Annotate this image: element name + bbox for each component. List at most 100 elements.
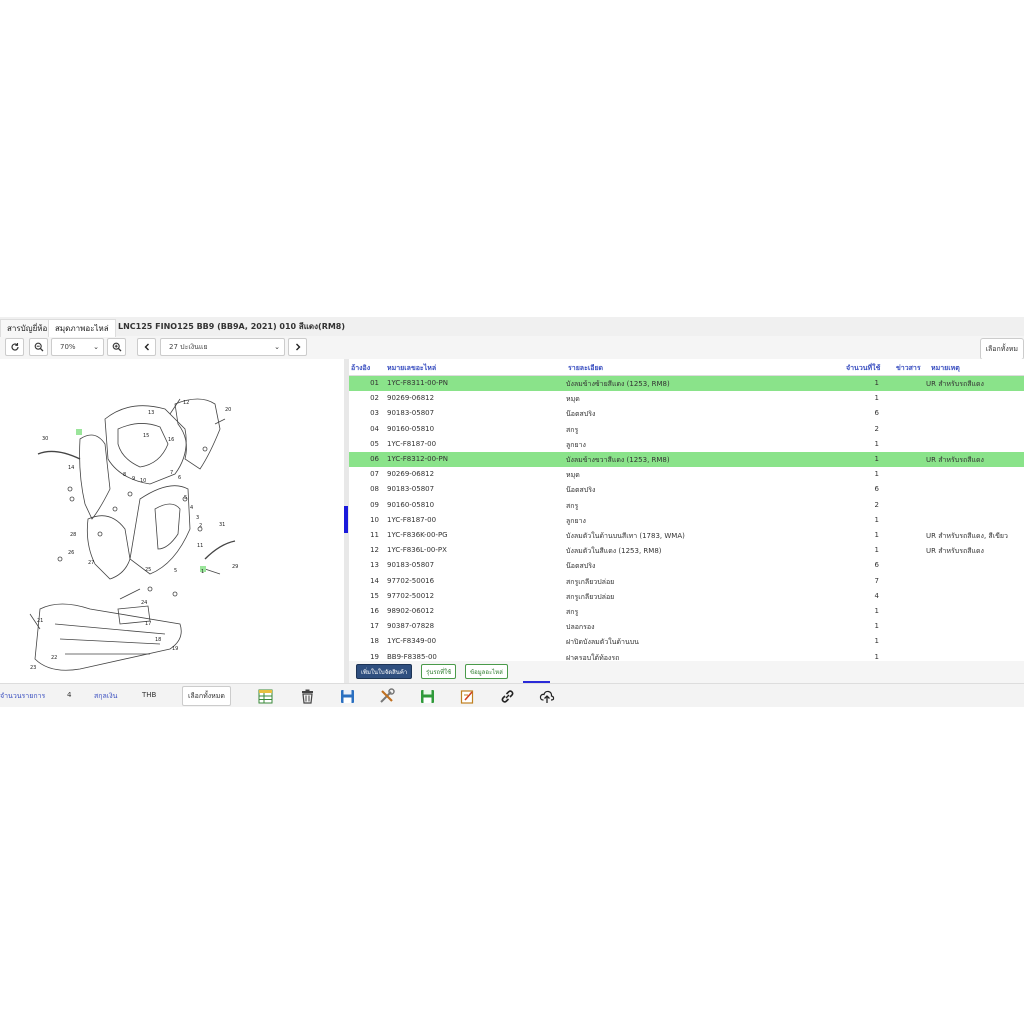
table-row[interactable]: 05 1YC-F8187-00 ลูกยาง 1 <box>349 437 1024 452</box>
tools-icon <box>380 688 395 703</box>
ref-cell: 06 <box>370 455 379 463</box>
table-row[interactable]: 13 90183-05807 น๊อตสปริง 6 <box>349 558 1024 573</box>
table-row[interactable]: 17 90387-07828 ปลอกรอง 1 <box>349 619 1024 634</box>
chevron-down-icon: ⌄ <box>93 343 99 351</box>
description-cell: น๊อตสปริง <box>566 410 596 419</box>
zoom-out-button[interactable] <box>29 338 48 356</box>
select-all-top-button[interactable]: เลือกทั้งหม <box>979 338 1024 360</box>
part-number-cell: 1YC-F8187-00 <box>387 515 437 524</box>
chevron-left-icon <box>144 343 149 351</box>
description-cell: บังลมตัวในด้านบนสีเทา (1783, WMA) <box>566 532 685 540</box>
tab-brand-index[interactable]: สารบัญยี่ห้อ <box>0 319 55 337</box>
svg-text:17: 17 <box>145 621 151 627</box>
chevron-down-icon: ⌄ <box>274 343 280 351</box>
ref-cell: 13 <box>370 561 379 570</box>
col-description[interactable]: รายละเอียด <box>568 363 603 374</box>
col-part-number[interactable]: หมายเลขอะไหล่ <box>387 363 436 374</box>
save-button[interactable] <box>338 687 356 705</box>
svg-text:25: 25 <box>145 567 151 573</box>
tools-button[interactable] <box>378 687 396 705</box>
upload-button[interactable] <box>538 687 556 705</box>
link-button[interactable] <box>498 687 516 705</box>
part-number-cell: BB9-F8385-00 <box>387 652 437 661</box>
table-row[interactable]: 16 98902-06012 สกรู 1 <box>349 604 1024 619</box>
tab-parts-catalog[interactable]: สมุดภาพอะไหล่ <box>48 319 116 337</box>
table-row[interactable]: 02 90269-06812 หมุด 1 <box>349 391 1024 406</box>
table-row[interactable]: 06 1YC-F8312-00-PN บังลมข้างขวาสีแดง (1253… <box>349 452 1024 467</box>
part-number-cell: 1YC-F8349-00 <box>387 637 437 646</box>
svg-text:1: 1 <box>201 569 204 575</box>
table-row[interactable]: 14 97702-50016 สกรูเกลียวปล่อย 7 <box>349 574 1024 589</box>
item-count-label: จำนวนรายการ <box>0 692 46 700</box>
edit-note-button[interactable] <box>458 687 476 705</box>
trash-icon <box>301 689 313 704</box>
table-row[interactable]: 07 90269-06812 หมุด 1 <box>349 467 1024 482</box>
quantity-cell: 1 <box>874 622 879 631</box>
parts-diagram[interactable]: 12 13 20 15 16 30 8 9 10 14 7 6 543 2 1 11 28 27 26 … <box>0 359 345 683</box>
table-row[interactable]: 12 1YC-F836L-00-PX บังลมตัวในสีแดง (1253, … <box>349 543 1024 558</box>
svg-text:11: 11 <box>197 543 203 549</box>
table-row[interactable]: 09 90160-05810 สกรู 2 <box>349 498 1024 513</box>
zoom-select[interactable]: 70% ⌄ <box>51 338 104 356</box>
description-cell: สกรู <box>566 425 579 434</box>
add-to-picklist-button[interactable]: เพิ่มในใบจัดสินค้า <box>356 664 413 679</box>
currency-value: THB <box>142 691 157 699</box>
edit-note-icon <box>460 689 473 704</box>
save-green-button[interactable] <box>418 687 436 705</box>
item-count-value: 4 <box>67 691 72 699</box>
table-actions: เพิ่มในใบจัดสินค้า รุ่นรถที่ใช้ ข้อมูลอะ… <box>349 661 1024 683</box>
table-row[interactable]: 04 90160-05810 สกรู 2 <box>349 422 1024 437</box>
document-title: LNC125 FINO125 BB9 (BB9A, 2021) 010 สีแด… <box>118 322 346 331</box>
part-info-button[interactable]: ข้อมูลอะไหล่ <box>465 664 508 679</box>
refresh-icon <box>10 343 19 351</box>
table-row[interactable]: 08 90183-05807 น๊อตสปริง 6 <box>349 482 1024 497</box>
col-news[interactable]: ข่าวสาร <box>896 363 921 374</box>
quantity-cell: 7 <box>874 576 879 585</box>
zoom-in-button[interactable] <box>107 338 126 356</box>
table-row[interactable]: 11 1YC-F836K-00-PG บังลมตัวในด้านบนสีเทา (… <box>349 528 1024 543</box>
refresh-button[interactable] <box>5 338 24 356</box>
spreadsheet-button[interactable] <box>256 687 274 705</box>
svg-text:12: 12 <box>183 400 189 406</box>
col-ref[interactable]: อ้างอิง <box>351 363 370 374</box>
ref-cell: 16 <box>370 607 379 615</box>
select-all-button[interactable]: เลือกทั้งหมด <box>182 686 231 706</box>
description-cell: บังลมข้างขวาสีแดง (1253, RM8) <box>566 456 670 464</box>
status-bar: จำนวนรายการ 4 สกุลเงิน THB เลือกทั้งหมด <box>0 683 1024 707</box>
part-number-cell: 90160-05810 <box>387 424 435 433</box>
page-select[interactable]: 27 ปะเงินแย ⌄ <box>160 338 285 356</box>
col-note[interactable]: หมายเหตุ <box>931 363 960 374</box>
previous-page-button[interactable] <box>137 338 156 356</box>
table-row[interactable]: 18 1YC-F8349-00 ฝาปิดบังลมตัวในด้านบน 1 <box>349 634 1024 649</box>
table-row[interactable]: 19 BB9-F8385-00 ฝาครอบใต้ท้องรถ 1 <box>349 650 1024 661</box>
col-quantity[interactable]: จำนวนที่ใช้ <box>846 363 880 374</box>
ref-cell: 01 <box>370 379 379 387</box>
applicable-models-button[interactable]: รุ่นรถที่ใช้ <box>421 664 457 679</box>
delete-button[interactable] <box>298 687 316 705</box>
note-cell: UR สำหรับรถสีแดง <box>926 547 984 556</box>
floppy-disk-green-icon <box>420 689 434 703</box>
part-number-cell: 90269-06812 <box>387 470 435 479</box>
quantity-cell: 6 <box>874 561 879 570</box>
next-page-button[interactable] <box>288 338 307 356</box>
ref-cell: 14 <box>370 576 379 585</box>
svg-text:4: 4 <box>190 505 193 511</box>
table-row[interactable]: 03 90183-05807 น๊อตสปริง 6 <box>349 406 1024 421</box>
panel-resize-handle[interactable] <box>344 506 348 533</box>
ref-cell: 09 <box>370 500 379 509</box>
svg-text:23: 23 <box>30 665 36 671</box>
table-row[interactable]: 15 97702-50012 สกรูเกลียวปล่อย 4 <box>349 589 1024 604</box>
svg-text:19: 19 <box>172 646 178 652</box>
table-row[interactable]: 01 1YC-F8311-00-PN บังลมข้างซ้ายสีแดง (125… <box>349 376 1024 391</box>
tab-bar: สารบัญยี่ห้อ สมุดภาพอะไหล่ LNC125 FINO12… <box>0 317 1024 337</box>
quantity-cell: 1 <box>874 637 879 646</box>
description-cell: ลูกยาง <box>566 516 586 525</box>
ref-cell: 10 <box>370 515 379 524</box>
quantity-cell: 1 <box>874 439 879 448</box>
table-row[interactable]: 10 1YC-F8187-00 ลูกยาง 1 <box>349 513 1024 528</box>
description-cell: ฝาปิดบังลมตัวในด้านบน <box>566 638 639 647</box>
svg-text:18: 18 <box>155 637 161 643</box>
svg-text:16: 16 <box>168 437 174 443</box>
zoom-value: 70% <box>60 343 76 351</box>
part-number-cell: 1YC-F8311-00-PN <box>387 379 449 387</box>
